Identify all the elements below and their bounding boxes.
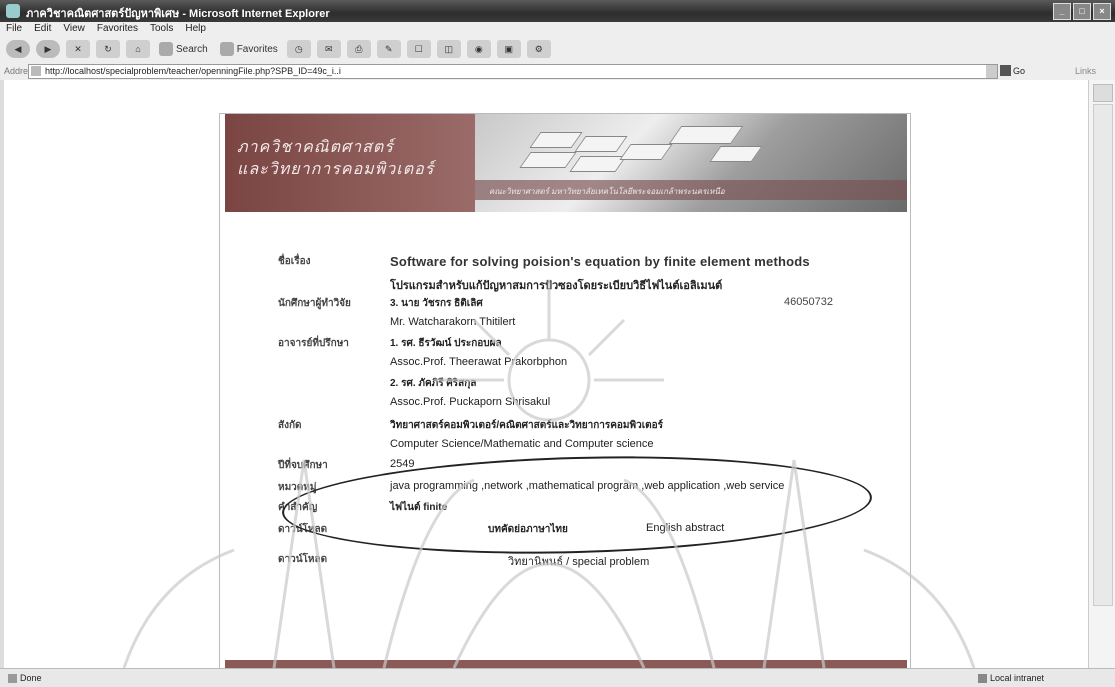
menu-file[interactable]: File	[6, 22, 22, 36]
download-link[interactable]: วิทยานิพนธ์ / special problem	[508, 552, 649, 570]
search-button[interactable]: Search	[156, 40, 211, 58]
research-button[interactable]: ◫	[436, 40, 461, 58]
page-done-icon	[8, 673, 17, 683]
header-banner: ภาควิชาคณิตศาสตร์ และวิทยาการคอมพิวเตอร์…	[225, 114, 907, 212]
department-english: Computer Science/Mathematic and Computer…	[390, 438, 654, 450]
researcher-thai: 3. นาย วัชรกร ธิติเลิศ	[390, 298, 483, 309]
advisor1-english: Assoc.Prof. Theerawat Prakorbphon	[390, 356, 568, 368]
title-english: Software for solving poision's equation …	[390, 254, 810, 269]
banner-title: ภาควิชาคณิตศาสตร์ และวิทยาการคอมพิวเตอร์	[237, 137, 435, 178]
page-icon	[31, 66, 41, 76]
address-url: http://localhost/specialproblem/teacher/…	[45, 66, 341, 76]
address-bar: Address http://localhost/specialproblem/…	[0, 62, 1115, 80]
status-bar: Done Local intranet	[0, 668, 1115, 687]
student-id: 46050732	[784, 296, 833, 308]
footer-bar	[225, 660, 907, 668]
stop-button[interactable]: ✕	[66, 40, 90, 58]
window-title: ภาควิชาคณิตศาสตร์ปัญหาพิเศษ - Microsoft …	[26, 8, 330, 20]
graduation-year: 2549	[390, 458, 415, 470]
topic-label: ชื่อเรื่อง	[278, 256, 311, 267]
security-zone: Local intranet	[990, 673, 1045, 683]
tools-extra-button[interactable]: ⚙	[526, 40, 551, 58]
researcher-label: นักศึกษาผู้ทำวิจัย	[278, 298, 351, 309]
scroll-up-arrow[interactable]	[1093, 84, 1113, 102]
window-controls: _ □ ×	[1053, 3, 1111, 20]
menu-tools[interactable]: Tools	[150, 22, 173, 36]
history-button[interactable]: ◷	[286, 40, 311, 58]
intranet-zone-icon	[978, 673, 987, 683]
maximize-button[interactable]: □	[1073, 3, 1091, 20]
mail-button[interactable]: ✉	[316, 40, 341, 58]
menu-favorites[interactable]: Favorites	[97, 22, 138, 36]
messenger-button[interactable]: ◉	[466, 40, 491, 58]
advisor1-thai: 1. รศ. ธีรวัฒน์ ประกอบผล	[390, 338, 502, 349]
department-thai: วิทยาศาสตร์คอมพิวเตอร์/คณิตศาสตร์และวิทย…	[390, 420, 664, 431]
advisor2-english: Assoc.Prof. Puckaporn Shrisakul	[390, 396, 551, 408]
go-button[interactable]: Go	[1000, 64, 1030, 77]
banner-strip: คณะวิทยาศาสตร์ มหาวิทยาลัยเทคโนโลยีพระจอ…	[475, 180, 907, 200]
scroll-thumb[interactable]	[1093, 104, 1113, 606]
department-label: สังกัด	[278, 420, 302, 431]
media-button[interactable]: ▣	[496, 40, 521, 58]
minimize-button[interactable]: _	[1053, 3, 1071, 20]
menu-help[interactable]: Help	[185, 22, 206, 36]
back-button[interactable]: ◀	[6, 40, 30, 58]
content-page: ภาควิชาคณิตศาสตร์ และวิทยาการคอมพิวเตอร์…	[219, 113, 911, 668]
print-button[interactable]: ⎙	[346, 40, 371, 58]
menu-edit[interactable]: Edit	[34, 22, 51, 36]
standard-toolbar: ◀ ▶ ✕ ↻ ⌂ Search Favorites ◷ ✉ ⎙ ✎ ☐ ◫ ◉…	[0, 36, 1115, 62]
advisor-label: อาจารย์ที่ปรึกษา	[278, 338, 349, 349]
star-icon	[219, 42, 234, 56]
advisor2-thai: 2. รศ. ภัคภิรี ศิริสกุล	[390, 378, 477, 389]
search-icon	[159, 42, 173, 56]
go-arrow-icon	[1000, 65, 1011, 76]
researcher-english: Mr. Watcharakorn Thitilert	[390, 316, 516, 328]
vertical-scrollbar[interactable]	[1088, 80, 1115, 668]
favorites-button[interactable]: Favorites	[217, 40, 281, 58]
discuss-button[interactable]: ☐	[406, 40, 431, 58]
refresh-button[interactable]: ↻	[96, 40, 120, 58]
links-label[interactable]: Links	[1075, 66, 1096, 76]
close-button[interactable]: ×	[1093, 3, 1111, 20]
forward-button[interactable]: ▶	[36, 40, 60, 58]
title-thai: โปรแกรมสำหรับแก้ปัญหาสมการปัวซองโดยระเบี…	[390, 280, 723, 292]
address-input[interactable]: http://localhost/specialproblem/teacher/…	[28, 64, 998, 79]
year-label: ปีที่จบศึกษา	[278, 460, 328, 471]
menu-view[interactable]: View	[63, 22, 85, 36]
ie-logo-icon	[6, 4, 20, 18]
browser-viewport: ภาควิชาคณิตศาสตร์ และวิทยาการคอมพิวเตอร์…	[0, 80, 1088, 668]
status-text: Done	[20, 673, 42, 683]
menu-bar: File Edit View Favorites Tools Help	[0, 22, 1115, 36]
download-label: ดาวน์โหลด	[278, 554, 328, 565]
edit-button[interactable]: ✎	[376, 40, 401, 58]
address-dropdown[interactable]	[986, 65, 997, 78]
home-button[interactable]: ⌂	[126, 40, 150, 58]
window-titlebar: ภาควิชาคณิตศาสตร์ปัญหาพิเศษ - Microsoft …	[0, 0, 1115, 22]
